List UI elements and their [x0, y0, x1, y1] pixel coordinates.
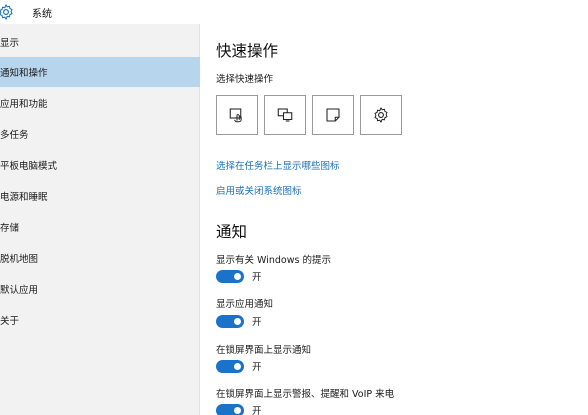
sidebar-item-storage[interactable]: 存储 — [0, 212, 200, 242]
lockscreen-notifications-toggle[interactable] — [216, 359, 244, 373]
settings-gear-icon — [374, 107, 388, 123]
sidebar-item-label: 多任务 — [0, 130, 29, 141]
window-title: 系统 — [32, 9, 52, 20]
project-icon — [277, 108, 293, 122]
toggle-state-label: 开 — [252, 317, 262, 328]
lockscreen-alarms-toggle-row: 开 — [216, 403, 262, 415]
toggle-knob — [234, 406, 241, 414]
sidebar-item-tablet-mode[interactable]: 平板电脑模式 — [0, 150, 200, 180]
title-bar: 系统 — [0, 0, 588, 24]
quick-actions-heading: 快速操作 — [216, 42, 279, 60]
sidebar-item-label: 平板电脑模式 — [0, 161, 58, 172]
sidebar-item-label: 电源和睡眠 — [0, 192, 48, 203]
setting-label-windows-tips: 显示有关 Windows 的提示 — [216, 255, 331, 266]
sidebar-item-label: 显示 — [0, 38, 20, 49]
windows-tips-toggle-row: 开 — [216, 269, 262, 283]
gear-icon — [0, 2, 16, 22]
setting-label-lockscreen-alarms: 在锁屏界面上显示警报、提醒和 VoIP 来电 — [216, 389, 395, 400]
toggle-knob — [234, 317, 241, 325]
quick-action-note-button[interactable] — [312, 95, 354, 135]
toggle-state-label: 开 — [252, 362, 262, 373]
notifications-heading: 通知 — [216, 223, 248, 241]
quick-action-project-button[interactable] — [264, 95, 306, 135]
lockscreen-notifications-toggle-row: 开 — [216, 359, 262, 373]
sidebar-item-notifications[interactable]: 通知和操作 — [0, 57, 200, 87]
settings-content: 快速操作 选择快速操作 选择在任务栏上显示哪些图标 启用或关闭系统图标 通知 显… — [200, 24, 588, 415]
quick-actions-subtitle: 选择快速操作 — [216, 74, 274, 85]
quick-action-settings-button[interactable] — [360, 95, 402, 135]
sidebar-item-label: 存储 — [0, 223, 20, 234]
toggle-state-label: 开 — [252, 272, 262, 283]
sidebar-item-label: 默认应用 — [0, 285, 39, 296]
sidebar-item-default-apps[interactable]: 默认应用 — [0, 274, 200, 304]
sidebar-item-display[interactable]: 显示 — [0, 27, 200, 57]
windows-tips-toggle[interactable] — [216, 269, 244, 283]
setting-label-lockscreen-notifications: 在锁屏界面上显示通知 — [216, 345, 312, 356]
toggle-knob — [234, 362, 241, 370]
toggle-knob — [234, 272, 241, 280]
sidebar-item-about[interactable]: 关于 — [0, 305, 200, 335]
sidebar: 显示 通知和操作 应用和功能 多任务 平板电脑模式 电源和睡眠 存储 脱机地图 … — [0, 24, 200, 415]
quick-action-tablet-mode-button[interactable] — [216, 95, 258, 135]
sidebar-item-label: 关于 — [0, 316, 20, 327]
setting-label-app-notifications: 显示应用通知 — [216, 299, 274, 310]
sidebar-item-offline-maps[interactable]: 脱机地图 — [0, 243, 200, 273]
app-notifications-toggle[interactable] — [216, 314, 244, 328]
toggle-state-label: 开 — [252, 406, 262, 415]
sidebar-item-multitasking[interactable]: 多任务 — [0, 119, 200, 149]
system-icons-link[interactable]: 启用或关闭系统图标 — [216, 183, 302, 197]
sidebar-item-label: 通知和操作 — [0, 68, 48, 79]
sidebar-item-label: 应用和功能 — [0, 99, 48, 110]
lockscreen-alarms-toggle[interactable] — [216, 403, 244, 415]
sidebar-item-apps[interactable]: 应用和功能 — [0, 88, 200, 118]
sidebar-item-label: 脱机地图 — [0, 254, 39, 265]
note-icon — [326, 108, 340, 122]
sidebar-item-power[interactable]: 电源和睡眠 — [0, 181, 200, 211]
app-notifications-toggle-row: 开 — [216, 314, 262, 328]
taskbar-icons-link[interactable]: 选择在任务栏上显示哪些图标 — [216, 158, 340, 172]
tablet-mode-icon — [229, 108, 242, 123]
